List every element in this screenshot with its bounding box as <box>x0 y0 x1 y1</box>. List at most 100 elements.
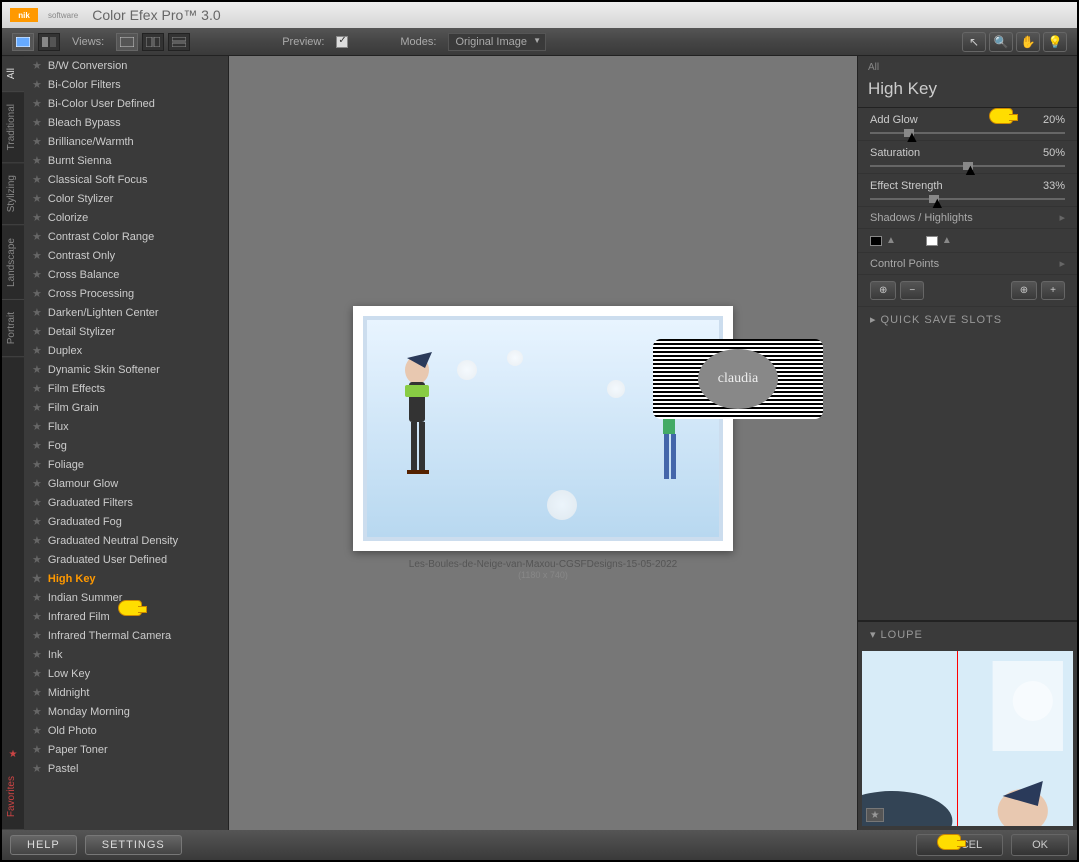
tab-favorites[interactable]: Favorites <box>2 764 24 830</box>
favorite-star-icon[interactable]: ★ <box>32 534 42 547</box>
filter-item[interactable]: ★Ink <box>24 645 228 664</box>
highlight-swatch[interactable] <box>926 236 938 246</box>
cp-button-4[interactable]: + <box>1041 281 1065 300</box>
loupe-preview[interactable]: ★ <box>862 651 1073 826</box>
favorite-star-icon[interactable]: ★ <box>32 553 42 566</box>
favorite-star-icon[interactable]: ★ <box>32 762 42 775</box>
favorite-star-icon[interactable]: ★ <box>32 591 42 604</box>
favorite-star-icon[interactable]: ★ <box>32 439 42 452</box>
shadow-thumb[interactable]: ▲ <box>886 235 896 246</box>
view-side-icon[interactable] <box>168 33 190 51</box>
filter-item[interactable]: ★Midnight <box>24 683 228 702</box>
filter-item[interactable]: ★Infrared Film <box>24 607 228 626</box>
filter-item[interactable]: ★Graduated Fog <box>24 512 228 531</box>
slider-track[interactable]: ▲ <box>870 132 1065 134</box>
tab-landscape[interactable]: Landscape <box>2 226 24 300</box>
favorite-star-icon[interactable]: ★ <box>32 268 42 281</box>
view-list-icon[interactable] <box>38 33 60 51</box>
filter-item[interactable]: ★Foliage <box>24 455 228 474</box>
filter-item[interactable]: ★Low Key <box>24 664 228 683</box>
slider-thumb[interactable]: ▲ <box>963 162 973 170</box>
filter-item[interactable]: ★Darken/Lighten Center <box>24 303 228 322</box>
view-single-icon[interactable] <box>116 33 138 51</box>
favorite-star-icon[interactable]: ★ <box>32 192 42 205</box>
help-button[interactable]: HELP <box>10 835 77 855</box>
filter-item[interactable]: ★Color Stylizer <box>24 189 228 208</box>
favorite-star-icon[interactable]: ★ <box>32 116 42 129</box>
filter-item[interactable]: ★Cross Processing <box>24 284 228 303</box>
filter-item[interactable]: ★Pastel <box>24 759 228 778</box>
quick-save-section[interactable]: ▸ QUICK SAVE SLOTS <box>858 307 1077 332</box>
favorite-star-icon[interactable]: ★ <box>32 363 42 376</box>
favorite-star-icon[interactable]: ★ <box>32 743 42 756</box>
favorite-star-icon[interactable]: ★ <box>32 401 42 414</box>
favorite-star-icon[interactable]: ★ <box>32 420 42 433</box>
favorite-star-icon[interactable]: ★ <box>32 515 42 528</box>
filter-item[interactable]: ★Colorize <box>24 208 228 227</box>
favorite-star-icon[interactable]: ★ <box>32 344 42 357</box>
filter-item[interactable]: ★Old Photo <box>24 721 228 740</box>
slider-track[interactable]: ▲ <box>870 198 1065 200</box>
filter-item[interactable]: ★Bleach Bypass <box>24 113 228 132</box>
favorite-star-icon[interactable]: ★ <box>32 477 42 490</box>
tab-portrait[interactable]: Portrait <box>2 300 24 357</box>
loupe-favorite-button[interactable]: ★ <box>866 808 884 822</box>
favorite-star-icon[interactable]: ★ <box>32 705 42 718</box>
filter-item[interactable]: ★Infrared Thermal Camera <box>24 626 228 645</box>
favorite-star-icon[interactable]: ★ <box>32 135 42 148</box>
filter-item[interactable]: ★Fog <box>24 436 228 455</box>
favorite-star-icon[interactable]: ★ <box>32 249 42 262</box>
filter-item[interactable]: ★Duplex <box>24 341 228 360</box>
favorite-star-icon[interactable]: ★ <box>32 59 42 72</box>
filter-item[interactable]: ★Glamour Glow <box>24 474 228 493</box>
hand-tool-icon[interactable]: ✋ <box>1016 32 1040 52</box>
settings-button[interactable]: SETTINGS <box>85 835 182 855</box>
highlight-thumb[interactable]: ▲ <box>942 235 952 246</box>
favorite-star-icon[interactable]: ★ <box>32 382 42 395</box>
tab-traditional[interactable]: Traditional <box>2 92 24 163</box>
filter-item[interactable]: ★Indian Summer <box>24 588 228 607</box>
zoom-tool-icon[interactable]: 🔍 <box>989 32 1013 52</box>
loupe-split-line[interactable] <box>957 651 958 826</box>
filter-item[interactable]: ★Contrast Color Range <box>24 227 228 246</box>
favorite-star-icon[interactable]: ★ <box>32 173 42 186</box>
filter-item[interactable]: ★Film Effects <box>24 379 228 398</box>
mode-select[interactable]: Original Image <box>448 33 546 51</box>
add-control-point-button[interactable]: ⊕ <box>870 281 896 300</box>
favorite-star-icon[interactable]: ★ <box>32 97 42 110</box>
filter-item[interactable]: ★B/W Conversion <box>24 56 228 75</box>
preview-checkbox[interactable] <box>336 36 348 48</box>
slider-thumb[interactable]: ▲ <box>904 129 914 137</box>
favorite-star-icon[interactable]: ★ <box>32 572 42 585</box>
shadow-swatch[interactable] <box>870 236 882 246</box>
info-tool-icon[interactable]: 💡 <box>1043 32 1067 52</box>
favorite-star-icon[interactable]: ★ <box>32 211 42 224</box>
filter-item[interactable]: ★Graduated Filters <box>24 493 228 512</box>
canvas-area[interactable]: claudia Les-Boules-de-Neige-van-Maxou-CG… <box>229 56 857 830</box>
ok-button[interactable]: OK <box>1011 834 1069 856</box>
tab-all[interactable]: All <box>2 56 24 92</box>
filter-item[interactable]: ★Monday Morning <box>24 702 228 721</box>
favorite-star-icon[interactable]: ★ <box>32 667 42 680</box>
favorite-star-icon[interactable]: ★ <box>32 287 42 300</box>
favorite-star-icon[interactable]: ★ <box>32 724 42 737</box>
favorite-star-icon[interactable]: ★ <box>32 610 42 623</box>
slider-track[interactable]: ▲ <box>870 165 1065 167</box>
view-thumb-icon[interactable] <box>12 33 34 51</box>
filter-item[interactable]: ★Cross Balance <box>24 265 228 284</box>
filter-item[interactable]: ★Graduated Neutral Density <box>24 531 228 550</box>
filter-item[interactable]: ★Flux <box>24 417 228 436</box>
filter-item[interactable]: ★Contrast Only <box>24 246 228 265</box>
favorite-star-icon[interactable]: ★ <box>32 629 42 642</box>
filter-item[interactable]: ★Paper Toner <box>24 740 228 759</box>
favorite-star-icon[interactable]: ★ <box>32 325 42 338</box>
filter-item[interactable]: ★High Key <box>24 569 228 588</box>
cp-button-3[interactable]: ⊕ <box>1011 281 1037 300</box>
remove-control-point-button[interactable]: − <box>900 281 924 300</box>
filter-item[interactable]: ★Dynamic Skin Softener <box>24 360 228 379</box>
filter-item[interactable]: ★Brilliance/Warmth <box>24 132 228 151</box>
favorite-star-icon[interactable]: ★ <box>32 458 42 471</box>
tab-stylizing[interactable]: Stylizing <box>2 163 24 225</box>
filter-item[interactable]: ★Bi-Color User Defined <box>24 94 228 113</box>
filter-item[interactable]: ★Burnt Sienna <box>24 151 228 170</box>
